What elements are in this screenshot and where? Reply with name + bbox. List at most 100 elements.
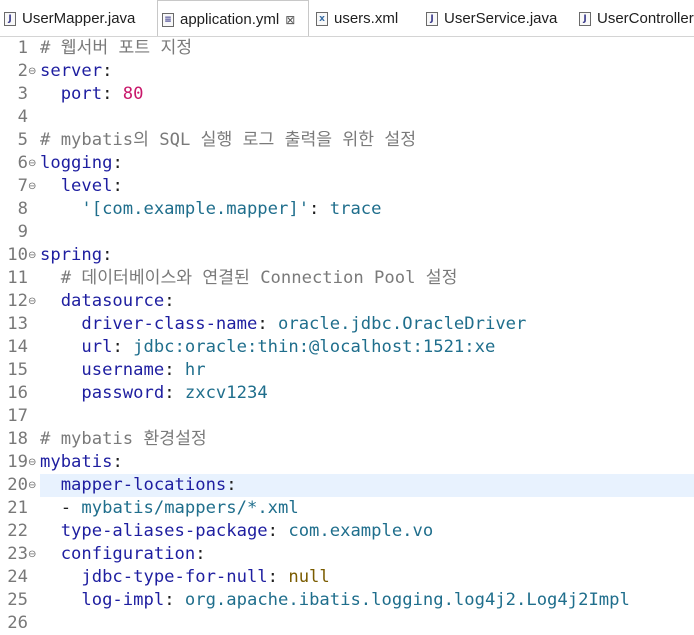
fold-toggle-icon[interactable]: ⊖ [28, 451, 38, 474]
code-token: : [112, 176, 123, 196]
code-text: # mybatis의 SQL 실행 로그 출력을 위한 설정 [40, 129, 416, 152]
fold-toggle-icon[interactable]: ⊖ [28, 175, 38, 198]
code-token: : [257, 314, 279, 334]
code-line[interactable]: 4 [0, 106, 694, 129]
code-editor[interactable]: 1 # 웹서버 포트 지정 2 ⊖ server: 3 port: 80 4 5 # mybat… [0, 37, 694, 633]
code-line[interactable]: 11 # 데이터베이스와 연결된 Connection Pool 설정 [0, 267, 694, 290]
fold-toggle-icon[interactable]: ⊖ [28, 543, 38, 566]
code-token: datasource [40, 291, 165, 311]
code-token: null [288, 567, 330, 587]
code-text: mapper-locations: [40, 474, 237, 497]
tab-userservice-java[interactable]: J UserService.java [422, 0, 558, 36]
line-number: 5 [17, 130, 28, 150]
code-line[interactable]: 9 [0, 221, 694, 244]
code-token: : [267, 567, 289, 587]
code-text: port: 80 [40, 83, 144, 106]
line-number: 10 [7, 245, 28, 265]
line-number: 21 [7, 498, 28, 518]
tab-application-yml[interactable]: ≡ application.yml ⊠ [157, 0, 309, 36]
line-number: 4 [17, 107, 28, 127]
code-line[interactable]: 3 port: 80 [0, 83, 694, 106]
tab-users-xml[interactable]: x users.xml [312, 0, 398, 36]
line-number: 8 [17, 199, 28, 219]
editor-tab-bar: J UserMapper.java ≡ application.yml ⊠ x … [0, 0, 694, 37]
code-line[interactable]: 19 ⊖ mybatis: [0, 451, 694, 474]
code-text: - mybatis/mappers/*.xml [40, 497, 299, 520]
code-token: : [102, 84, 123, 104]
tab-label: UserController [597, 10, 694, 27]
line-number: 2 [17, 61, 28, 81]
code-line[interactable]: 2 ⊖ server: [0, 60, 694, 83]
code-token: : [102, 245, 113, 265]
fold-toggle-icon[interactable]: ⊖ [28, 60, 38, 83]
code-line[interactable]: 25 log-impl: org.apache.ibatis.logging.l… [0, 589, 694, 612]
fold-toggle-icon[interactable]: ⊖ [28, 474, 38, 497]
line-number: 11 [7, 268, 28, 288]
code-token: driver-class-name [40, 314, 258, 334]
code-line[interactable]: 24 jdbc-type-for-null: null [0, 566, 694, 589]
code-text: driver-class-name: oracle.jdbc.OracleDri… [40, 313, 526, 336]
code-token: 80 [122, 84, 144, 104]
code-line[interactable]: 5 # mybatis의 SQL 실행 로그 출력을 위한 설정 [0, 129, 694, 152]
fold-toggle-icon[interactable]: ⊖ [28, 152, 38, 175]
code-line[interactable]: 22 type-aliases-package: com.example.vo [0, 520, 694, 543]
code-text: password: zxcv1234 [40, 382, 268, 405]
code-token: server [40, 61, 103, 81]
code-token: : [195, 544, 206, 564]
line-number: 3 [17, 84, 28, 104]
code-text: mybatis: [40, 451, 123, 474]
code-text: logging: [40, 152, 123, 175]
code-line[interactable]: 21 - mybatis/mappers/*.xml [0, 497, 694, 520]
code-text: log-impl: org.apache.ibatis.logging.log4… [40, 589, 629, 612]
code-token: - [40, 498, 82, 518]
code-token: # mybatis의 SQL 실행 로그 출력을 위한 설정 [40, 130, 417, 150]
code-line[interactable]: 26 [0, 612, 694, 635]
code-text: level: [40, 175, 123, 198]
code-line[interactable]: 13 driver-class-name: oracle.jdbc.Oracle… [0, 313, 694, 336]
code-token: logging [40, 153, 113, 173]
code-token: oracle.jdbc.OracleDriver [278, 314, 527, 334]
line-number: 13 [7, 314, 28, 334]
code-text: # mybatis 환경설정 [40, 428, 207, 451]
code-token: : [164, 360, 185, 380]
code-token: '[com.example.mapper]' [40, 199, 310, 219]
code-token: # 웹서버 포트 지정 [40, 38, 193, 58]
code-line[interactable]: 23 ⊖ configuration: [0, 543, 694, 566]
code-line[interactable]: 14 url: jdbc:oracle:thin:@localhost:1521… [0, 336, 694, 359]
line-number: 7 [17, 176, 28, 196]
code-token: : [164, 291, 175, 311]
code-line[interactable]: 15 username: hr [0, 359, 694, 382]
line-number: 20 [7, 475, 28, 495]
code-line[interactable]: 6 ⊖ logging: [0, 152, 694, 175]
tab-usermapper-java[interactable]: J UserMapper.java [0, 0, 135, 36]
line-number: 25 [7, 590, 28, 610]
code-text: jdbc-type-for-null: null [40, 566, 330, 589]
code-line[interactable]: 17 [0, 405, 694, 428]
code-line[interactable]: 8 '[com.example.mapper]': trace [0, 198, 694, 221]
code-line[interactable]: 1 # 웹서버 포트 지정 [0, 37, 694, 60]
code-token: configuration [40, 544, 196, 564]
close-icon[interactable]: ⊠ [285, 13, 295, 27]
java-file-icon: J [426, 11, 438, 26]
code-token: : [164, 383, 185, 403]
tab-label: application.yml [180, 11, 280, 28]
code-line[interactable]: 10 ⊖ spring: [0, 244, 694, 267]
code-token: trace [329, 199, 382, 219]
code-line[interactable]: 7 ⊖ level: [0, 175, 694, 198]
fold-toggle-icon[interactable]: ⊖ [28, 290, 38, 313]
code-line[interactable]: 12 ⊖ datasource: [0, 290, 694, 313]
line-number: 18 [7, 429, 28, 449]
code-line[interactable]: 20 ⊖ mapper-locations: [0, 474, 694, 497]
tab-usercontroller[interactable]: J UserController [575, 0, 694, 36]
code-token: zxcv1234 [184, 383, 268, 403]
code-token: com.example.vo [288, 521, 434, 541]
code-token: # mybatis 환경설정 [40, 429, 207, 449]
tab-label: UserService.java [444, 10, 558, 27]
code-token: jdbc-type-for-null [40, 567, 268, 587]
code-line[interactable]: 18 # mybatis 환경설정 [0, 428, 694, 451]
fold-toggle-icon[interactable]: ⊖ [28, 244, 38, 267]
code-token: type-aliases-package [40, 521, 268, 541]
code-token: mybatis [40, 452, 113, 472]
code-line[interactable]: 16 password: zxcv1234 [0, 382, 694, 405]
code-text: server: [40, 60, 112, 83]
